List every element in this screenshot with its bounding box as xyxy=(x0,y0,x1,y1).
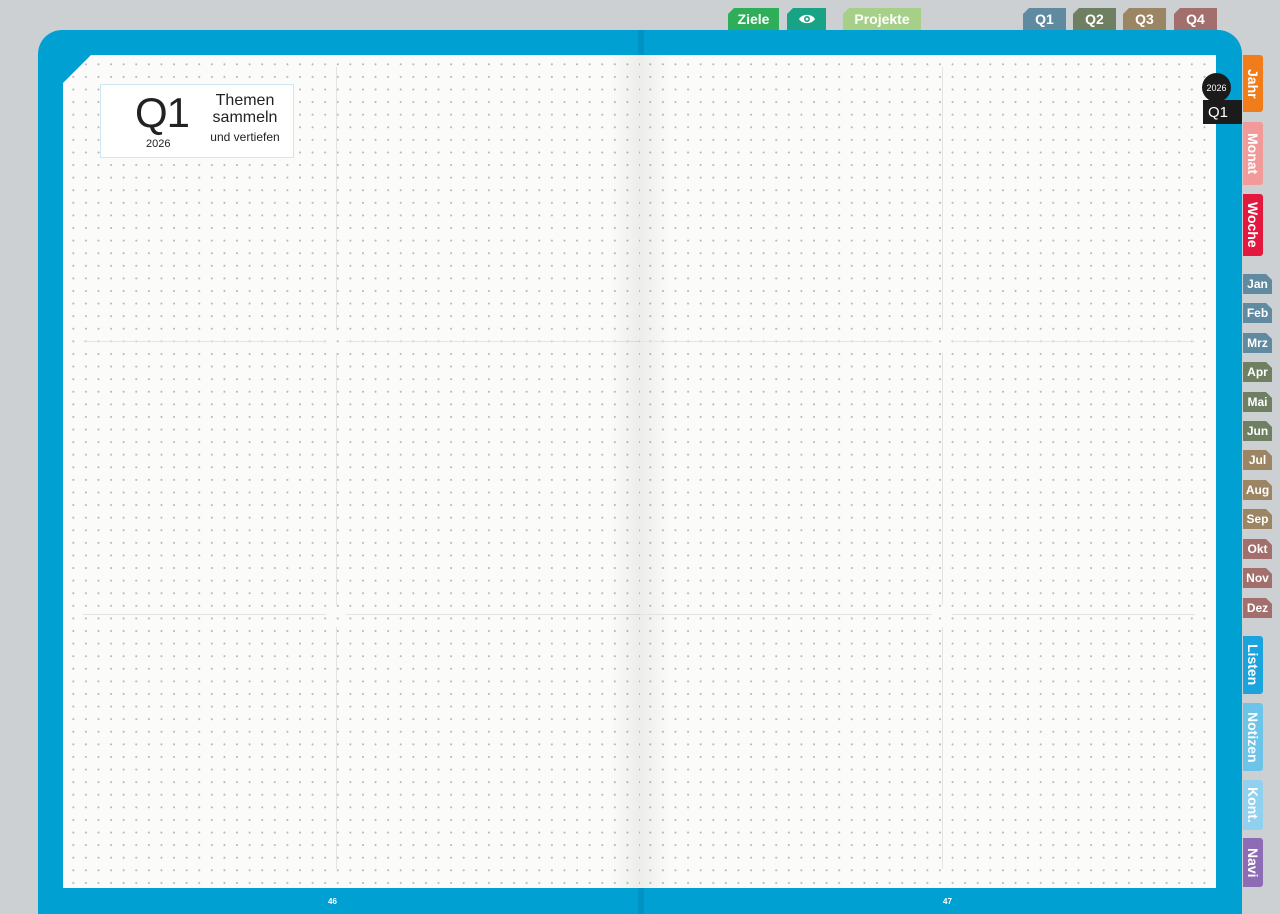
grid-divider xyxy=(336,67,337,330)
quarter-label: Q1 xyxy=(135,89,190,136)
tab-month-jul[interactable]: Jul xyxy=(1243,450,1272,470)
page-right xyxy=(640,55,1216,888)
grid-divider xyxy=(952,341,1195,342)
topic-subtitle: und vertiefen xyxy=(210,130,280,144)
tab-kontakte-label: Kont. xyxy=(1245,787,1261,823)
grid-divider xyxy=(83,614,326,615)
grid-divider xyxy=(640,614,932,615)
tab-projekte[interactable]: Projekte xyxy=(843,8,921,30)
tab-monat[interactable]: Monat xyxy=(1243,122,1263,185)
grid-divider xyxy=(336,627,337,869)
tab-overview[interactable] xyxy=(787,8,826,30)
grid-divider xyxy=(640,341,932,342)
grid-divider xyxy=(942,627,943,869)
tab-month-sep[interactable]: Sep xyxy=(1243,509,1272,529)
tab-month-apr[interactable]: Apr xyxy=(1243,362,1272,382)
tab-notizen-label: Notizen xyxy=(1245,711,1261,763)
tab-month-jan[interactable]: Jan xyxy=(1243,274,1272,294)
grid-divider xyxy=(336,353,337,605)
tab-q4[interactable]: Q4 xyxy=(1174,8,1217,30)
grid-divider xyxy=(346,614,640,615)
tab-month-mrz[interactable]: Mrz xyxy=(1243,333,1272,353)
tab-navi-label: Navi xyxy=(1245,847,1261,878)
tab-ziele[interactable]: Ziele xyxy=(728,8,779,30)
tab-month-feb[interactable]: Feb xyxy=(1243,303,1272,323)
grid-divider xyxy=(952,614,1195,615)
tab-woche[interactable]: Woche xyxy=(1243,194,1263,256)
tab-month-aug[interactable]: Aug xyxy=(1243,480,1272,500)
topic-title: Themen sammeln xyxy=(205,92,285,126)
tab-month-dez[interactable]: Dez xyxy=(1243,598,1272,618)
eye-icon xyxy=(798,14,815,24)
tab-q3[interactable]: Q3 xyxy=(1123,8,1166,30)
tab-navi[interactable]: Navi xyxy=(1243,838,1263,887)
tab-month-nov[interactable]: Nov xyxy=(1243,568,1272,588)
tab-listen-label: Listen xyxy=(1245,644,1261,686)
grid-divider xyxy=(942,353,943,605)
topic-line-2: sammeln xyxy=(212,109,278,126)
current-quarter-marker: Q1 xyxy=(1203,100,1242,124)
tab-month-mai[interactable]: Mai xyxy=(1243,392,1272,412)
quarter-title-box: Q1 2026 Themen sammeln und vertiefen xyxy=(100,84,294,158)
tab-month-okt[interactable]: Okt xyxy=(1243,539,1272,559)
page-number-right: 47 xyxy=(943,897,952,906)
tab-notizen[interactable]: Notizen xyxy=(1243,703,1263,771)
tab-kontakte[interactable]: Kont. xyxy=(1243,780,1263,830)
grid-divider xyxy=(346,341,640,342)
grid-divider xyxy=(942,67,943,330)
tab-month-jun[interactable]: Jun xyxy=(1243,421,1272,441)
tab-jahr[interactable]: Jahr xyxy=(1243,55,1263,112)
topic-line-1: Themen xyxy=(215,92,275,109)
page-number-left: 46 xyxy=(328,897,337,906)
page-left: Q1 2026 Themen sammeln und vertiefen xyxy=(63,55,640,888)
year-badge: 2026 xyxy=(1202,73,1231,102)
planner-cover: Q1 2026 Themen sammeln und vertiefen 46 … xyxy=(38,30,1242,914)
tab-jahr-label: Jahr xyxy=(1245,68,1261,99)
grid-divider xyxy=(83,341,326,342)
tab-monat-label: Monat xyxy=(1245,132,1261,175)
tab-q2[interactable]: Q2 xyxy=(1073,8,1116,30)
tab-woche-label: Woche xyxy=(1245,202,1261,248)
quarter-year: 2026 xyxy=(146,138,171,150)
tab-listen[interactable]: Listen xyxy=(1243,636,1263,694)
